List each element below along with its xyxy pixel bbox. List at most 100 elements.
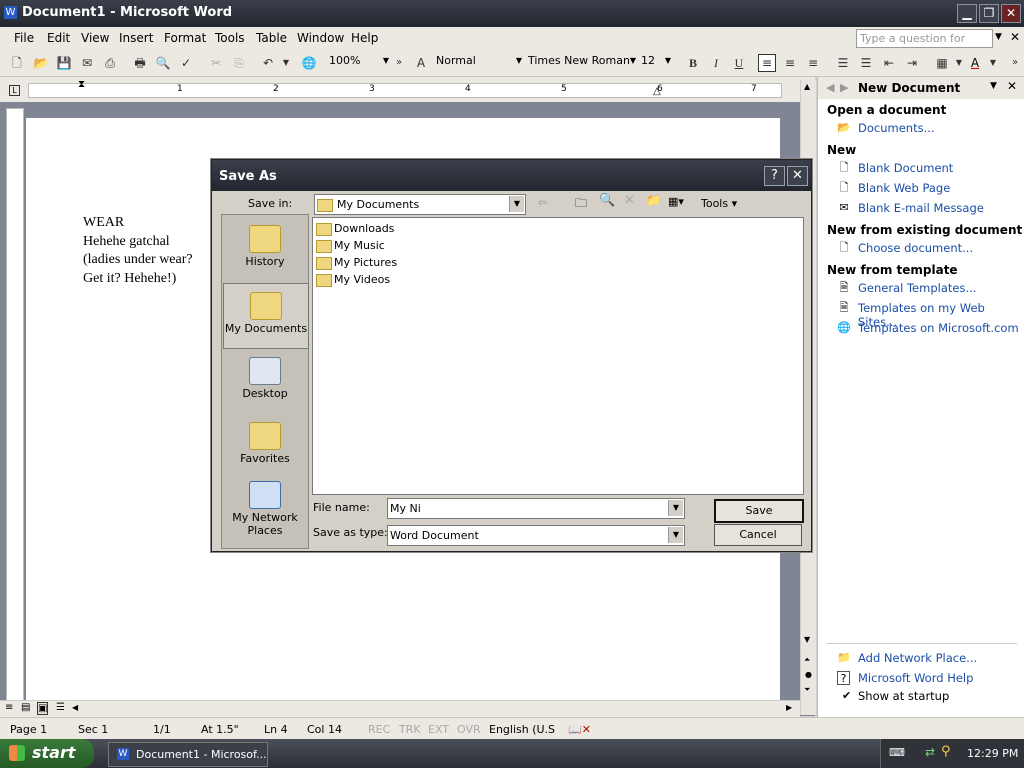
status-trk[interactable]: TRK (399, 723, 421, 736)
keyboard-icon[interactable]: ⌨ (889, 746, 905, 759)
bullets-icon[interactable]: ☰ (857, 54, 875, 72)
filename-input[interactable]: My Ni ▼ (387, 498, 685, 519)
close-document-button[interactable]: ✕ (1010, 30, 1020, 44)
back-icon[interactable]: ◀ (826, 81, 834, 94)
file-item[interactable]: My Pictures (316, 256, 397, 270)
menu-file[interactable]: File (14, 31, 34, 45)
increase-indent-icon[interactable]: ⇥ (903, 54, 921, 72)
status-rec[interactable]: REC (368, 723, 390, 736)
file-list[interactable]: Downloads My Music My Pictures My Videos (312, 217, 804, 495)
numbering-icon[interactable]: ☰ (834, 54, 852, 72)
email-icon[interactable]: ⎙ (101, 54, 119, 72)
menu-tools[interactable]: Tools (215, 31, 245, 45)
next-page-icon[interactable]: ⏷ (804, 685, 810, 695)
save-button[interactable]: Save (714, 499, 804, 523)
scroll-up-icon[interactable]: ▲ (804, 82, 810, 91)
font-color-icon[interactable]: A (966, 54, 984, 72)
word-help-link[interactable]: Microsoft Word Help (858, 671, 973, 685)
search-web-icon[interactable]: 🔍 (599, 193, 615, 208)
font-color-dropdown-icon[interactable]: ▼ (984, 54, 1002, 72)
minimize-button[interactable]: ▁ (957, 4, 977, 23)
cancel-button[interactable]: Cancel (714, 524, 802, 546)
choose-document-link[interactable]: Choose document... (858, 241, 973, 255)
blank-email-link[interactable]: Blank E-mail Message (858, 201, 984, 215)
permission-icon[interactable]: ✉ (78, 54, 96, 72)
print-view-icon[interactable]: ▣ (37, 702, 49, 715)
task-pane-close-icon[interactable]: ✕ (1007, 79, 1017, 93)
style-select[interactable]: Normal ▼ (433, 52, 524, 70)
save-type-select[interactable]: Word Document ▼ (387, 525, 685, 546)
views-icon[interactable]: ▦▾ (668, 195, 684, 208)
align-center-icon[interactable]: ≡ (781, 54, 799, 72)
status-ovr[interactable]: OVR (457, 723, 481, 736)
ms-templates-link[interactable]: Templates on Microsoft.com (858, 321, 1019, 335)
scroll-left-icon[interactable]: ◀ (72, 703, 78, 712)
file-item[interactable]: My Music (316, 239, 385, 253)
menu-window[interactable]: Window (297, 31, 344, 45)
undo-dropdown-icon[interactable]: ▼ (277, 54, 295, 72)
indent-marker[interactable]: ⧗ (78, 79, 85, 90)
add-network-place-link[interactable]: Add Network Place... (858, 651, 977, 665)
styles-icon[interactable]: A (412, 54, 430, 72)
align-right-icon[interactable]: ≡ (804, 54, 822, 72)
place-my-documents[interactable]: My Documents (223, 283, 309, 349)
blank-web-page-link[interactable]: Blank Web Page (858, 181, 950, 195)
open-icon[interactable]: 📂 (32, 54, 50, 72)
document-line[interactable]: (ladies under wear? (83, 252, 193, 268)
new-folder-icon[interactable]: 📁 (646, 193, 661, 207)
ask-question-input[interactable]: Type a question for help (856, 29, 993, 62)
file-item[interactable]: Downloads (316, 222, 394, 236)
up-folder-icon[interactable]: 🗀 (575, 194, 587, 215)
spelling-icon[interactable]: ✓ (177, 54, 195, 72)
new-icon[interactable]: 🗋 (8, 54, 26, 72)
dialog-help-button[interactable]: ? (764, 166, 785, 186)
align-left-icon[interactable]: ≡ (758, 54, 776, 72)
network-icon[interactable]: ⇄ (925, 745, 935, 759)
document-line[interactable]: Hehehe gatchal (83, 234, 170, 250)
menu-format[interactable]: Format (164, 31, 206, 45)
blank-document-link[interactable]: Blank Document (858, 161, 953, 175)
menu-insert[interactable]: Insert (119, 31, 153, 45)
italic-button[interactable]: I (707, 54, 725, 72)
right-indent-marker[interactable]: △ (653, 86, 661, 97)
place-favorites[interactable]: Favorites (223, 414, 307, 478)
cut-icon[interactable]: ✂ (207, 54, 225, 72)
dialog-back-icon[interactable]: ⇦ (538, 196, 547, 209)
print-icon[interactable]: 🖶 (131, 54, 149, 72)
documents-link[interactable]: Documents... (858, 121, 935, 135)
place-history[interactable]: History (223, 217, 307, 281)
start-button[interactable]: start (0, 739, 94, 768)
underline-button[interactable]: U (730, 54, 748, 72)
decrease-indent-icon[interactable]: ⇤ (880, 54, 898, 72)
startup-checkbox[interactable]: ✔ (842, 689, 851, 702)
print-preview-icon[interactable]: 🔍 (154, 54, 172, 72)
font-select[interactable]: Times New Roman ▼ (525, 52, 638, 70)
ask-dropdown-icon[interactable]: ▼ (995, 32, 1002, 42)
border-icon[interactable]: ▦ (933, 54, 951, 72)
save-type-dropdown-icon[interactable]: ▼ (668, 527, 683, 543)
status-ext[interactable]: EXT (428, 723, 449, 736)
toolbar-options-icon[interactable]: » (390, 54, 408, 72)
normal-view-icon[interactable]: ≡ (5, 702, 13, 713)
task-pane-menu-icon[interactable]: ▼ (990, 81, 997, 91)
menu-view[interactable]: View (81, 31, 109, 45)
zoom-select[interactable]: 100% ▼ (326, 52, 391, 70)
document-line[interactable]: WEAR (83, 215, 124, 231)
horizontal-scrollbar[interactable]: ≡ ▤ ▣ ☰ ◀ ▶ (0, 700, 800, 717)
filename-dropdown-icon[interactable]: ▼ (668, 500, 683, 516)
spelling-status-icon[interactable]: 📖✕ (568, 723, 591, 736)
scroll-down-icon[interactable]: ▼ (804, 635, 810, 644)
outline-view-icon[interactable]: ☰ (56, 702, 65, 713)
save-in-select[interactable]: My Documents ▼ (314, 194, 526, 215)
document-line[interactable]: Get it? Hehehe!) (83, 271, 176, 287)
place-desktop[interactable]: Desktop (223, 349, 307, 413)
forward-icon[interactable]: ▶ (840, 81, 848, 94)
bold-button[interactable]: B (684, 54, 702, 72)
menu-table[interactable]: Table (256, 31, 287, 45)
copy-icon[interactable]: ⎘ (230, 54, 248, 72)
close-button[interactable]: ✕ (1001, 4, 1021, 23)
font-size-select[interactable]: 12 ▼ (638, 52, 673, 70)
search-tray-icon[interactable]: ⚲ (941, 744, 951, 759)
menu-help[interactable]: Help (351, 31, 378, 45)
general-templates-link[interactable]: General Templates... (858, 281, 976, 295)
